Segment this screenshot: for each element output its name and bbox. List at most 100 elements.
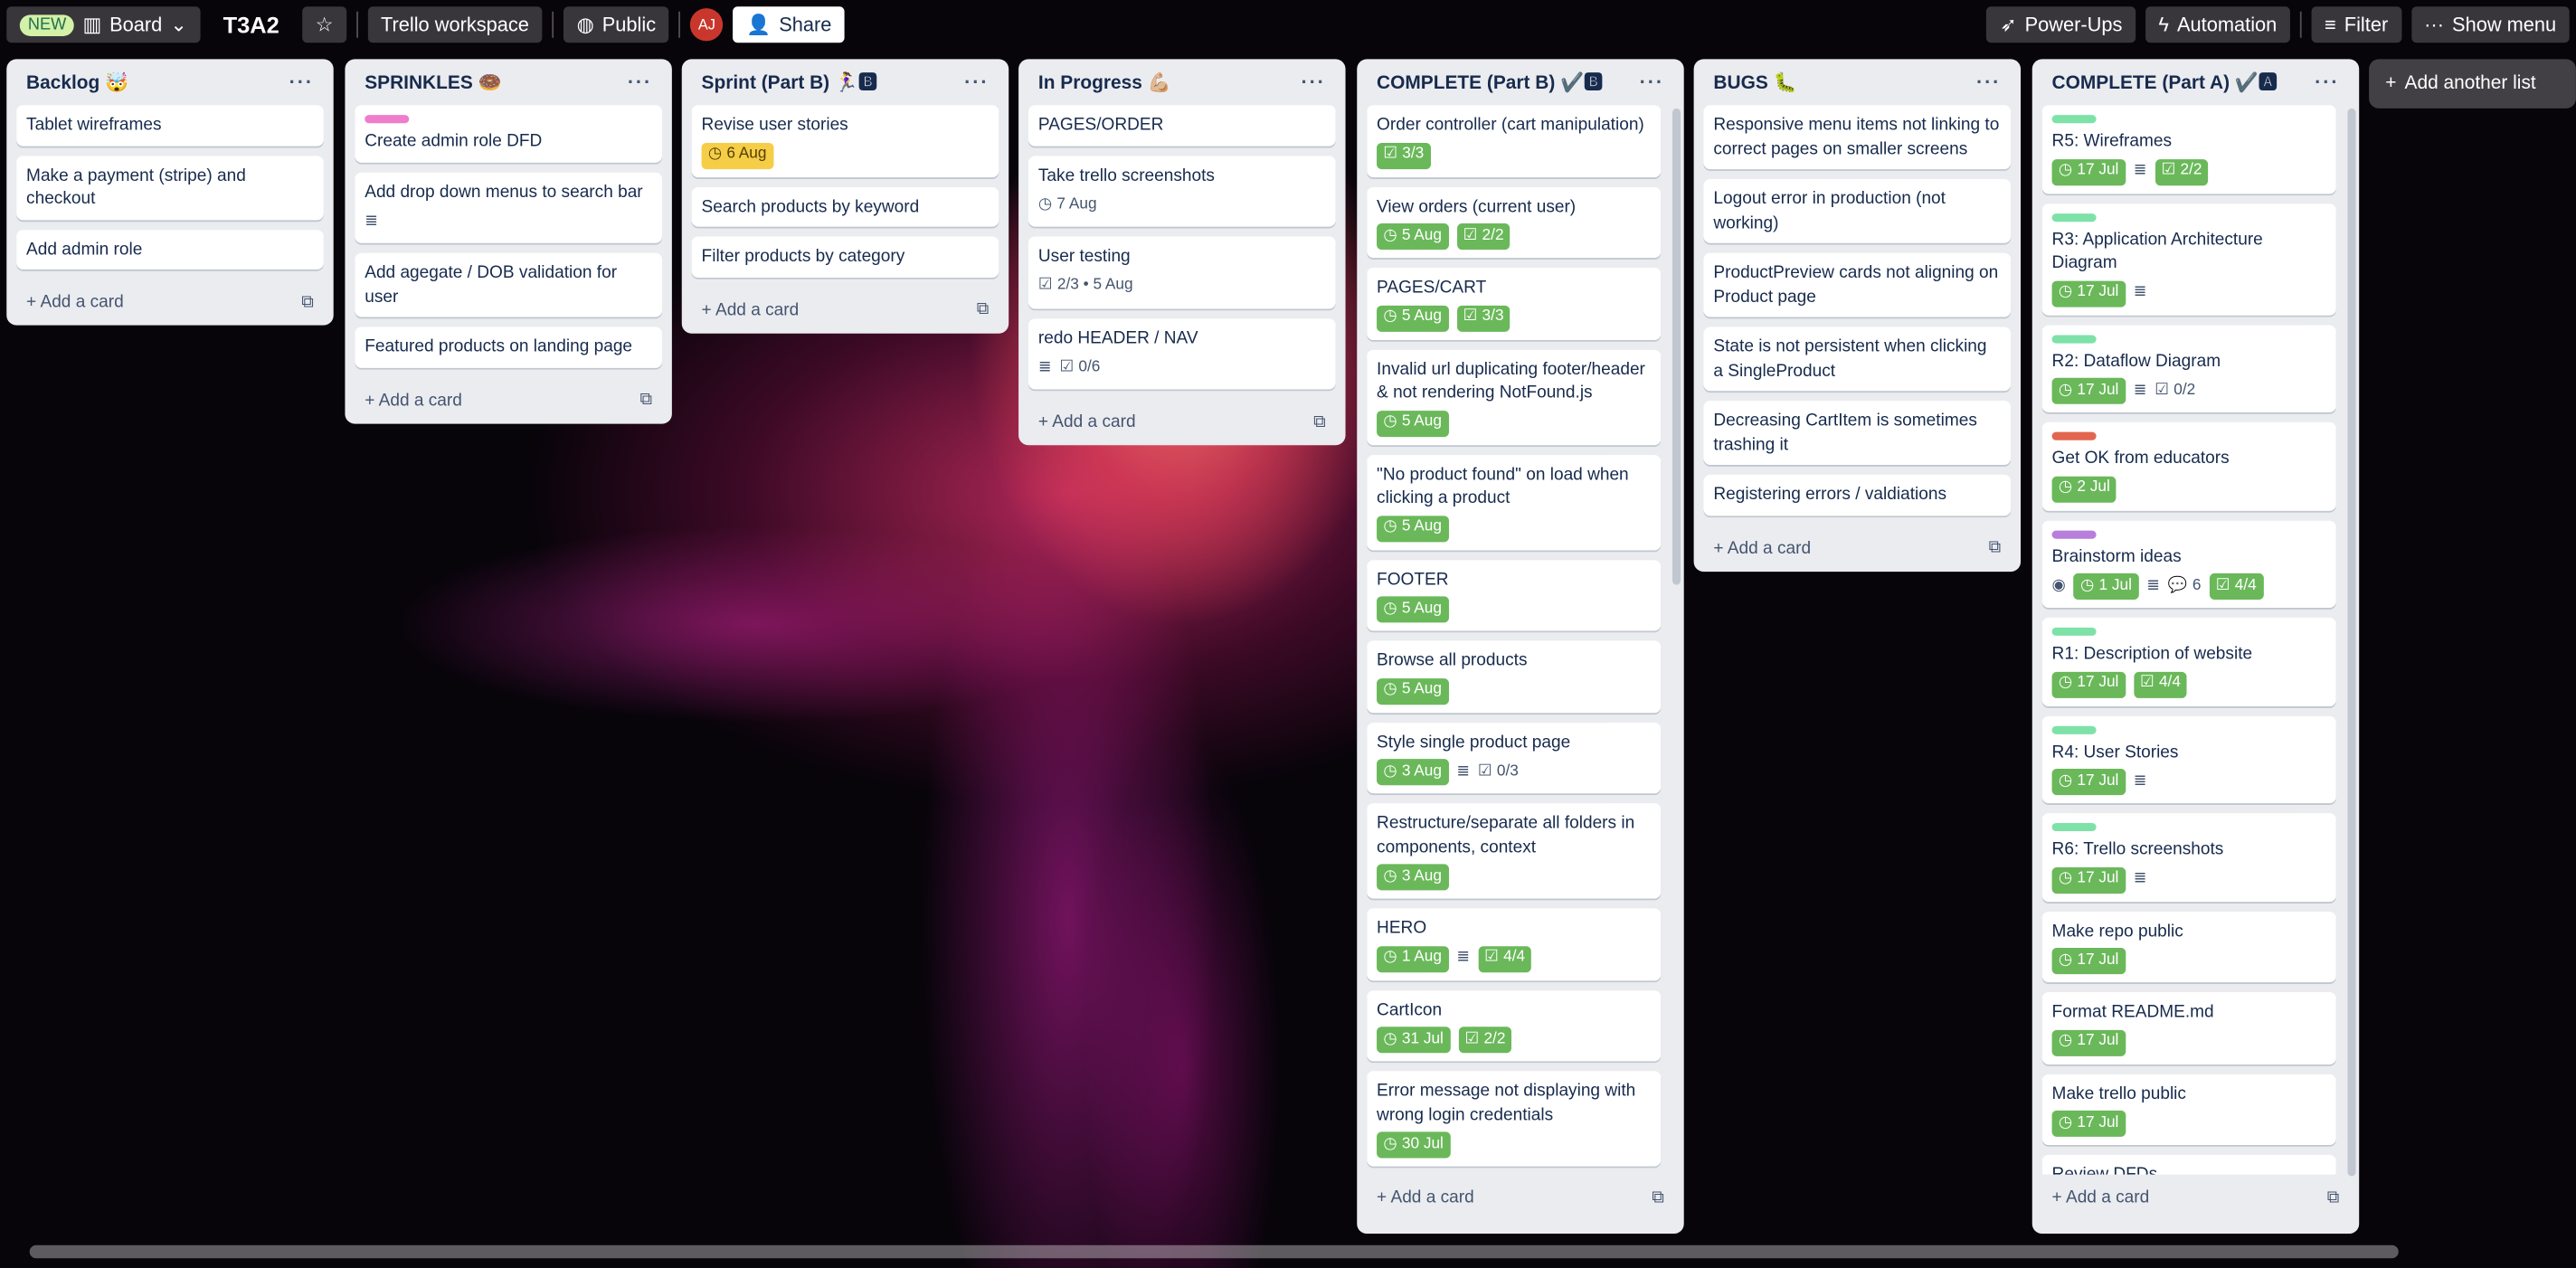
card-label-red[interactable] xyxy=(2051,431,2097,440)
card[interactable]: Decreasing CartItem is sometimes trashin… xyxy=(1703,401,2012,466)
clock-badge[interactable]: ◷ 17 Jul xyxy=(2051,158,2126,185)
template-icon[interactable]: ⧉ xyxy=(1989,537,2002,559)
template-icon[interactable]: ⧉ xyxy=(1652,1187,1664,1208)
list-menu-icon[interactable]: ··· xyxy=(2315,71,2339,93)
card[interactable]: R6: Trello screenshots ◷ 17 Jul ≣ xyxy=(2041,813,2336,902)
card[interactable]: Registering errors / valdiations xyxy=(1703,474,2012,516)
list-menu-icon[interactable]: ··· xyxy=(964,71,989,93)
card[interactable]: Create admin role DFD xyxy=(355,105,662,162)
card-label-pink[interactable] xyxy=(365,115,410,124)
card[interactable]: Add admin role xyxy=(16,229,324,270)
power-ups-button[interactable]: ➶ Power-Ups xyxy=(1986,6,2136,43)
add-card-button[interactable]: + Add a card ⧉ xyxy=(1367,1175,1674,1221)
clock-badge[interactable]: ◷ 2 Jul xyxy=(2051,475,2117,502)
clock-badge[interactable]: ◷ 17 Jul xyxy=(2051,1028,2126,1055)
checklist-badge[interactable]: ☑ 3/3 xyxy=(1456,304,1511,331)
card[interactable]: Format README.md ◷ 17 Jul xyxy=(2041,992,2336,1065)
clock-badge[interactable]: ◷ 17 Jul xyxy=(2051,866,2126,894)
list-menu-icon[interactable]: ··· xyxy=(628,71,652,93)
clock-badge[interactable]: ◷ 17 Jul xyxy=(2051,670,2126,698)
card[interactable]: Browse all products ◷ 5 Aug xyxy=(1367,640,1662,713)
clock-badge[interactable]: ◷ 3 Aug xyxy=(1377,864,1449,891)
clock-badge[interactable]: ◷ 6 Aug xyxy=(701,142,773,169)
card[interactable]: redo HEADER / NAV ≣ ☑ 0/6 xyxy=(1028,317,1336,390)
add-card-button[interactable]: + Add a card ⧉ xyxy=(1028,399,1336,445)
card-label-green[interactable] xyxy=(2051,334,2097,343)
add-card-button[interactable]: + Add a card ⧉ xyxy=(355,377,662,423)
card[interactable]: Add drop down menus to search bar ≣ xyxy=(355,171,662,243)
card-label-green[interactable] xyxy=(2051,115,2097,124)
card-label-green[interactable] xyxy=(2051,724,2097,733)
card[interactable]: Review DFDs xyxy=(2041,1154,2336,1175)
card-label-purple[interactable] xyxy=(2051,529,2097,538)
show-menu-button[interactable]: ··· Show menu xyxy=(2410,6,2570,43)
card[interactable]: PAGES/ORDER xyxy=(1028,105,1336,146)
share-button[interactable]: 👤 Share xyxy=(733,6,845,43)
list-title[interactable]: In Progress 💪🏼 xyxy=(1038,71,1171,94)
card[interactable]: Brainstorm ideas ◉ ◷ 1 Jul ≣ 💬 6 ☑ 4/4 xyxy=(2041,519,2336,609)
card[interactable]: Tablet wireframes xyxy=(16,105,324,146)
list-menu-icon[interactable]: ··· xyxy=(1976,71,2001,93)
card[interactable]: R2: Dataflow Diagram ◷ 17 Jul ≣ ☑ 0/2 xyxy=(2041,324,2336,412)
card[interactable]: R1: Description of website ◷ 17 Jul ☑ 4/4 xyxy=(2041,617,2336,706)
card[interactable]: Restructure/separate all folders in comp… xyxy=(1367,803,1662,899)
workspace-button[interactable]: Trello workspace xyxy=(367,6,543,43)
card[interactable]: Take trello screenshots ◷ 7 Aug xyxy=(1028,155,1336,227)
card[interactable]: PAGES/CART ◷ 5 Aug ☑ 3/3 xyxy=(1367,268,1662,340)
add-card-button[interactable]: + Add a card ⧉ xyxy=(692,287,999,333)
checklist-badge[interactable]: ☑ 3/3 xyxy=(1377,142,1431,169)
list-title[interactable]: Backlog 🤯 xyxy=(26,71,128,94)
card[interactable]: Filter products by category xyxy=(691,236,999,278)
add-card-button[interactable]: + Add a card ⧉ xyxy=(1704,525,2012,571)
add-another-list-button[interactable]: + Add another list xyxy=(2369,59,2576,109)
card[interactable]: R5: Wireframes ◷ 17 Jul ≣ ☑ 2/2 xyxy=(2041,105,2336,194)
card[interactable]: Add agegate / DOB validation for user xyxy=(355,252,662,317)
clock-badge[interactable]: ◷ 17 Jul xyxy=(2051,279,2126,307)
clock-badge[interactable]: ◷ 17 Jul xyxy=(2051,377,2126,404)
card-label-green[interactable] xyxy=(2051,627,2097,636)
vertical-scrollbar[interactable] xyxy=(1672,108,1681,585)
list-title[interactable]: COMPLETE (Part B) ✔️🅱 xyxy=(1377,69,1603,95)
card[interactable]: View orders (current user) ◷ 5 Aug ☑ 2/2 xyxy=(1367,186,1662,259)
clock-badge[interactable]: ◷ 1 Jul xyxy=(2073,572,2139,600)
card[interactable]: Error message not displaying with wrong … xyxy=(1367,1071,1662,1167)
clock-badge[interactable]: ◷ 17 Jul xyxy=(2051,948,2126,975)
card-label-green[interactable] xyxy=(2051,213,2097,222)
template-icon[interactable]: ⧉ xyxy=(977,299,990,321)
card[interactable]: R3: Application Architecture Diagram ◷ 17 … xyxy=(2041,203,2336,315)
add-card-button[interactable]: + Add a card ⧉ xyxy=(2042,1175,2350,1221)
clock-badge[interactable]: ◷ 5 Aug xyxy=(1377,223,1449,251)
list-menu-icon[interactable]: ··· xyxy=(289,71,314,93)
horizontal-scrollbar[interactable] xyxy=(29,1244,2399,1259)
card[interactable]: Order controller (cart manipulation) ☑ 3/3 xyxy=(1367,105,1662,177)
template-icon[interactable]: ⧉ xyxy=(1313,412,1326,433)
clock-badge[interactable]: ◷ 5 Aug xyxy=(1377,410,1449,437)
card[interactable]: CartIcon ◷ 31 Jul ☑ 2/2 xyxy=(1367,989,1662,1062)
card[interactable]: R4: User Stories ◷ 17 Jul ≣ xyxy=(2041,714,2336,804)
card[interactable]: Invalid url duplicating footer/header & … xyxy=(1367,348,1662,445)
clock-badge[interactable]: ◷ 30 Jul xyxy=(1377,1131,1451,1159)
card[interactable]: Get OK from educators ◷ 2 Jul xyxy=(2041,421,2336,510)
board-title[interactable]: T3A2 xyxy=(210,12,292,38)
list-title[interactable]: Sprint (Part B) 🏃‍♀️🅱 xyxy=(702,69,877,95)
checklist-badge[interactable]: ☑ 4/4 xyxy=(2133,670,2188,698)
card[interactable]: State is not persistent when clicking a … xyxy=(1703,326,2012,392)
vertical-scrollbar[interactable] xyxy=(2347,108,2356,1177)
view-switcher-button[interactable]: NEW ▥ Board ⌄ xyxy=(6,6,201,43)
card[interactable]: "No product found" on load when clicking… xyxy=(1367,454,1662,550)
card[interactable]: Search products by keyword xyxy=(691,186,999,227)
card[interactable]: Featured products on landing page xyxy=(355,326,662,367)
list-title[interactable]: BUGS 🐛 xyxy=(1713,71,1796,94)
checklist-badge[interactable]: ☑ 2/2 xyxy=(1456,223,1511,251)
clock-badge[interactable]: ◷ 17 Jul xyxy=(2051,1110,2126,1137)
checklist-badge[interactable]: ☑ 2/2 xyxy=(2155,158,2209,185)
template-icon[interactable]: ⧉ xyxy=(2327,1187,2340,1208)
card[interactable]: Make trello public ◷ 17 Jul xyxy=(2041,1073,2336,1145)
clock-badge[interactable]: ◷ 17 Jul xyxy=(2051,769,2126,796)
template-icon[interactable]: ⧉ xyxy=(639,389,652,411)
avatar[interactable]: AJ xyxy=(690,8,724,42)
card-label-green[interactable] xyxy=(2051,822,2097,832)
template-icon[interactable]: ⧉ xyxy=(301,291,314,313)
clock-badge[interactable]: ◷ 5 Aug xyxy=(1377,677,1449,705)
card[interactable]: FOOTER ◷ 5 Aug xyxy=(1367,559,1662,631)
